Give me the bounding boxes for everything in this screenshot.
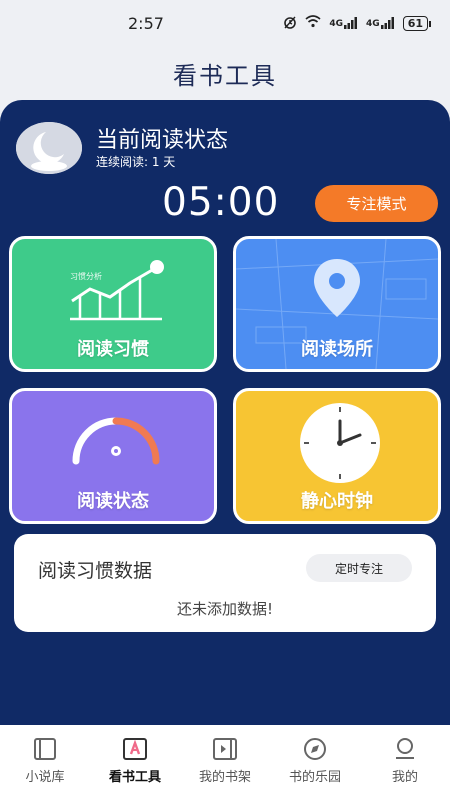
- status-icons: 4G 4G 61: [283, 15, 432, 32]
- compass-icon: [300, 736, 330, 762]
- signal-icon-2: 4G: [366, 17, 395, 29]
- empty-state-text: 还未添加数据!: [176, 600, 273, 618]
- signal-icon: 4G: [329, 17, 358, 29]
- card-label: 静心时钟: [301, 491, 373, 512]
- bookshelf-icon: [210, 736, 240, 762]
- network-type-label: 4G: [329, 19, 344, 29]
- tab-label: 我的: [391, 770, 418, 785]
- tab-library[interactable]: 小说库: [5, 736, 85, 785]
- reading-status-title: 当前阅读状态: [96, 128, 229, 153]
- tab-tools[interactable]: 看书工具: [95, 736, 175, 785]
- svg-text:习惯分析: 习惯分析: [70, 271, 102, 281]
- tab-label: 看书工具: [108, 770, 161, 785]
- library-icon: [30, 736, 60, 762]
- focus-mode-button[interactable]: 专注模式: [315, 185, 438, 222]
- card-label: 阅读状态: [77, 491, 149, 512]
- reading-state-card[interactable]: 阅读状态: [9, 388, 217, 524]
- tab-label: 书的乐园: [288, 770, 341, 785]
- network-type-label-2: 4G: [366, 19, 380, 29]
- wifi-icon: [305, 15, 321, 31]
- status-time: 2:57: [128, 13, 164, 33]
- page-title: 看书工具: [173, 62, 277, 90]
- calm-clock-card[interactable]: 静心时钟: [233, 388, 441, 524]
- card-label: 阅读习惯: [77, 339, 149, 360]
- reading-habit-card[interactable]: 习惯分析 阅读习惯: [9, 236, 217, 372]
- bottom-tab-bar: 小说库 看书工具 我的书架 书的乐园 我的: [0, 725, 450, 800]
- profile-icon: [390, 736, 420, 762]
- timer-display: 05:00: [162, 180, 280, 225]
- tab-label: 我的书架: [198, 770, 251, 785]
- tools-icon: [120, 736, 150, 762]
- card-label: 阅读场所: [301, 339, 373, 360]
- status-bar: 2:57 4G 4G 61: [0, 0, 450, 46]
- timed-focus-button[interactable]: 定时专注: [306, 554, 412, 582]
- habit-data-title: 阅读习惯数据: [38, 560, 153, 582]
- tab-profile[interactable]: 我的: [365, 736, 445, 785]
- tab-bookshelf[interactable]: 我的书架: [185, 736, 265, 785]
- habit-data-card: 阅读习惯数据 定时专注 还未添加数据!: [14, 534, 436, 632]
- tab-label: 小说库: [25, 770, 65, 785]
- reading-place-card[interactable]: 阅读场所: [233, 236, 441, 372]
- avatar[interactable]: [16, 122, 82, 174]
- reading-streak: 连续阅读: 1 天: [96, 155, 176, 169]
- battery-icon: 61: [402, 15, 432, 31]
- alarm-icon: [283, 15, 297, 32]
- tab-paradise[interactable]: 书的乐园: [275, 736, 355, 785]
